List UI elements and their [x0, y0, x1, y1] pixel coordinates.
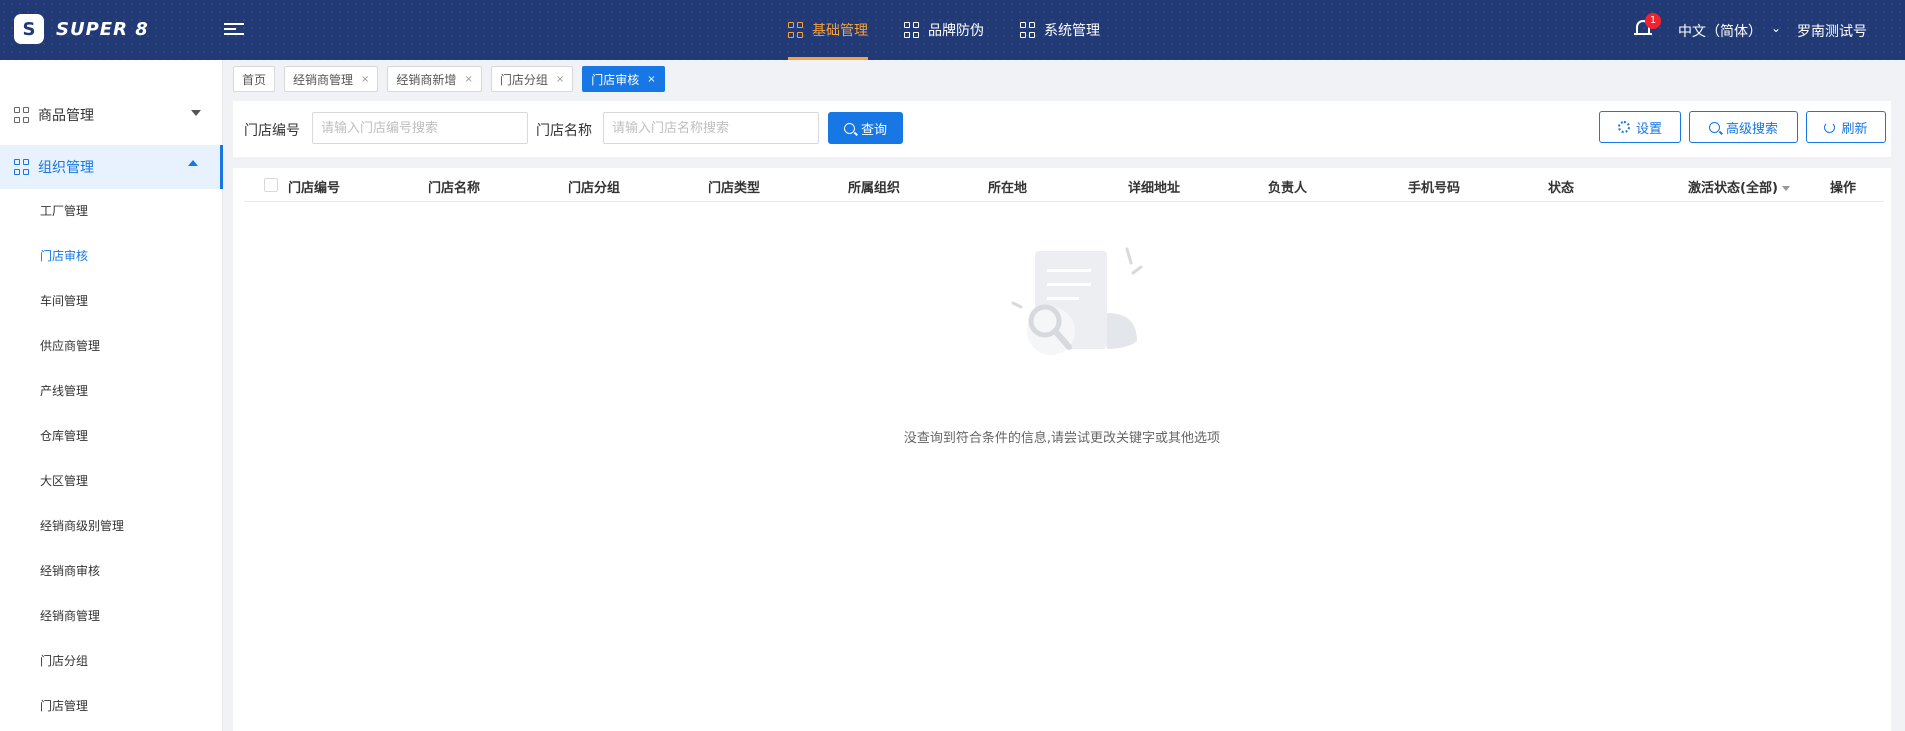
caret-up-icon — [188, 160, 198, 166]
store-name-label: 门店名称 — [536, 123, 592, 139]
column-header: 门店编号 — [288, 181, 341, 196]
tab-dealer-add[interactable]: 经销商新增 × — [387, 66, 482, 92]
grid-icon — [14, 107, 30, 123]
topnav-label: 品牌防伪 — [928, 23, 984, 39]
sidebar-item-factory[interactable]: 工厂管理 — [40, 202, 88, 219]
chevron-down-icon[interactable]: ⌄ — [1771, 21, 1781, 35]
query-button-label: 查询 — [861, 122, 888, 138]
query-button[interactable]: 查询 — [828, 112, 904, 144]
close-icon[interactable]: × — [464, 74, 472, 85]
settings-button[interactable]: 设置 — [1599, 111, 1681, 143]
column-header: 状态 — [1548, 181, 1575, 196]
topnav-label: 系统管理 — [1044, 23, 1100, 39]
page-tabs: 首页 经销商管理 × 经销商新增 × 门店分组 × 门店审核 × — [233, 66, 674, 92]
language-selector[interactable]: 中文（简体） — [1678, 21, 1762, 41]
notification-badge: 1 — [1645, 13, 1661, 29]
grid-icon — [788, 22, 804, 38]
column-header: 详细地址 — [1128, 181, 1181, 196]
column-header: 手机号码 — [1408, 181, 1461, 196]
sidebar-item-warehouse[interactable]: 仓库管理 — [40, 427, 88, 444]
logo-icon: S — [14, 14, 44, 44]
tab-store-audit[interactable]: 门店审核 × — [582, 66, 665, 92]
store-code-input[interactable] — [312, 112, 528, 144]
sidebar-item-dealer-level[interactable]: 经销商级别管理 — [40, 517, 124, 534]
logo-text: SUPER 8 — [56, 18, 149, 40]
topnav-item-system[interactable]: 系统管理 — [1002, 0, 1118, 60]
sidebar-group-label: 商品管理 — [38, 108, 94, 124]
refresh-icon — [1824, 121, 1836, 133]
grid-icon — [904, 22, 920, 38]
user-name[interactable]: 罗南测试号 — [1797, 21, 1867, 41]
store-code-label: 门店编号 — [244, 123, 300, 139]
sidebar-item-store-group[interactable]: 门店分组 — [40, 652, 88, 669]
column-header: 所属组织 — [848, 181, 901, 196]
sidebar-item-production-line[interactable]: 产线管理 — [40, 382, 88, 399]
sidebar-item-workshop[interactable]: 车间管理 — [40, 292, 88, 309]
advanced-search-label: 高级搜索 — [1725, 121, 1778, 137]
sidebar: 商品管理 组织管理 工厂管理 门店审核 车间管理 供应商管理 产线管理 仓库管理… — [0, 60, 223, 731]
close-icon[interactable]: × — [556, 74, 564, 85]
table-header: 门店编号 门店名称 门店分组 门店类型 所属组织 所在地 详细地址 负责人 手机… — [244, 168, 1884, 202]
close-icon[interactable]: × — [647, 74, 655, 85]
column-header: 激活状态(全部) — [1688, 181, 1778, 196]
column-header: 门店名称 — [428, 181, 481, 196]
sidebar-item-store[interactable]: 门店管理 — [40, 697, 88, 714]
select-all-checkbox[interactable] — [264, 178, 278, 192]
app-logo[interactable]: S SUPER 8 — [14, 14, 149, 44]
store-name-input[interactable] — [603, 112, 819, 144]
topnav-item-brand[interactable]: 品牌防伪 — [886, 0, 1002, 60]
refresh-button[interactable]: 刷新 — [1806, 111, 1886, 143]
tab-label: 经销商管理 — [293, 72, 354, 87]
topnav-item-basic[interactable]: 基础管理 — [770, 0, 886, 60]
gear-icon — [1617, 121, 1630, 133]
sidebar-item-dealer[interactable]: 经销商管理 — [40, 607, 100, 624]
empty-state-illustration — [1011, 247, 1143, 355]
tab-label: 经销商新增 — [396, 72, 457, 87]
grid-icon — [1020, 22, 1036, 38]
store-table: 门店编号 门店名称 门店分组 门店类型 所属组织 所在地 详细地址 负责人 手机… — [233, 168, 1891, 731]
close-icon[interactable]: × — [361, 74, 369, 85]
tab-label: 首页 — [242, 72, 267, 87]
tab-dealer-management[interactable]: 经销商管理 × — [284, 66, 379, 92]
tab-home[interactable]: 首页 — [233, 66, 276, 92]
top-header: S SUPER 8 基础管理 品牌防伪 系统管理 1 中文（简体） ⌄ 罗南测试… — [0, 0, 1905, 60]
column-header: 操作 — [1830, 181, 1857, 196]
sidebar-group-label: 组织管理 — [38, 160, 94, 176]
tab-store-group[interactable]: 门店分组 × — [490, 66, 574, 92]
caret-down-icon — [191, 110, 201, 116]
column-header: 负责人 — [1268, 181, 1308, 196]
tab-label: 门店审核 — [591, 72, 640, 87]
search-panel: 门店编号 门店名称 查询 设置 高级搜索 刷新 — [233, 101, 1891, 157]
sidebar-item-region[interactable]: 大区管理 — [40, 472, 88, 489]
advanced-search-button[interactable]: 高级搜索 — [1689, 111, 1798, 143]
sidebar-item-dealer-audit[interactable]: 经销商审核 — [40, 562, 100, 579]
grid-icon — [14, 159, 30, 175]
search-icon — [844, 122, 855, 134]
sidebar-group-organization[interactable]: 组织管理 — [0, 145, 223, 189]
sidebar-item-supplier[interactable]: 供应商管理 — [40, 337, 100, 354]
settings-button-label: 设置 — [1635, 121, 1662, 137]
tab-label: 门店分组 — [499, 72, 548, 87]
column-header: 门店分组 — [568, 181, 621, 196]
empty-state-text: 没查询到符合条件的信息,请尝试更改关键字或其他选项 — [903, 431, 1221, 446]
filter-caret-icon[interactable] — [1781, 186, 1790, 191]
search-icon — [1708, 121, 1720, 133]
menu-collapse-icon[interactable] — [224, 20, 244, 40]
sidebar-group-products[interactable]: 商品管理 — [0, 93, 223, 137]
sidebar-item-store-audit[interactable]: 门店审核 — [40, 247, 88, 264]
activation-status-filter[interactable]: 激活状态(全部) — [1688, 177, 1790, 196]
refresh-button-label: 刷新 — [1841, 121, 1868, 137]
top-nav: 基础管理 品牌防伪 系统管理 — [770, 0, 1118, 60]
column-header: 所在地 — [988, 181, 1028, 196]
topnav-label: 基础管理 — [812, 23, 868, 39]
column-header: 门店类型 — [708, 181, 761, 196]
